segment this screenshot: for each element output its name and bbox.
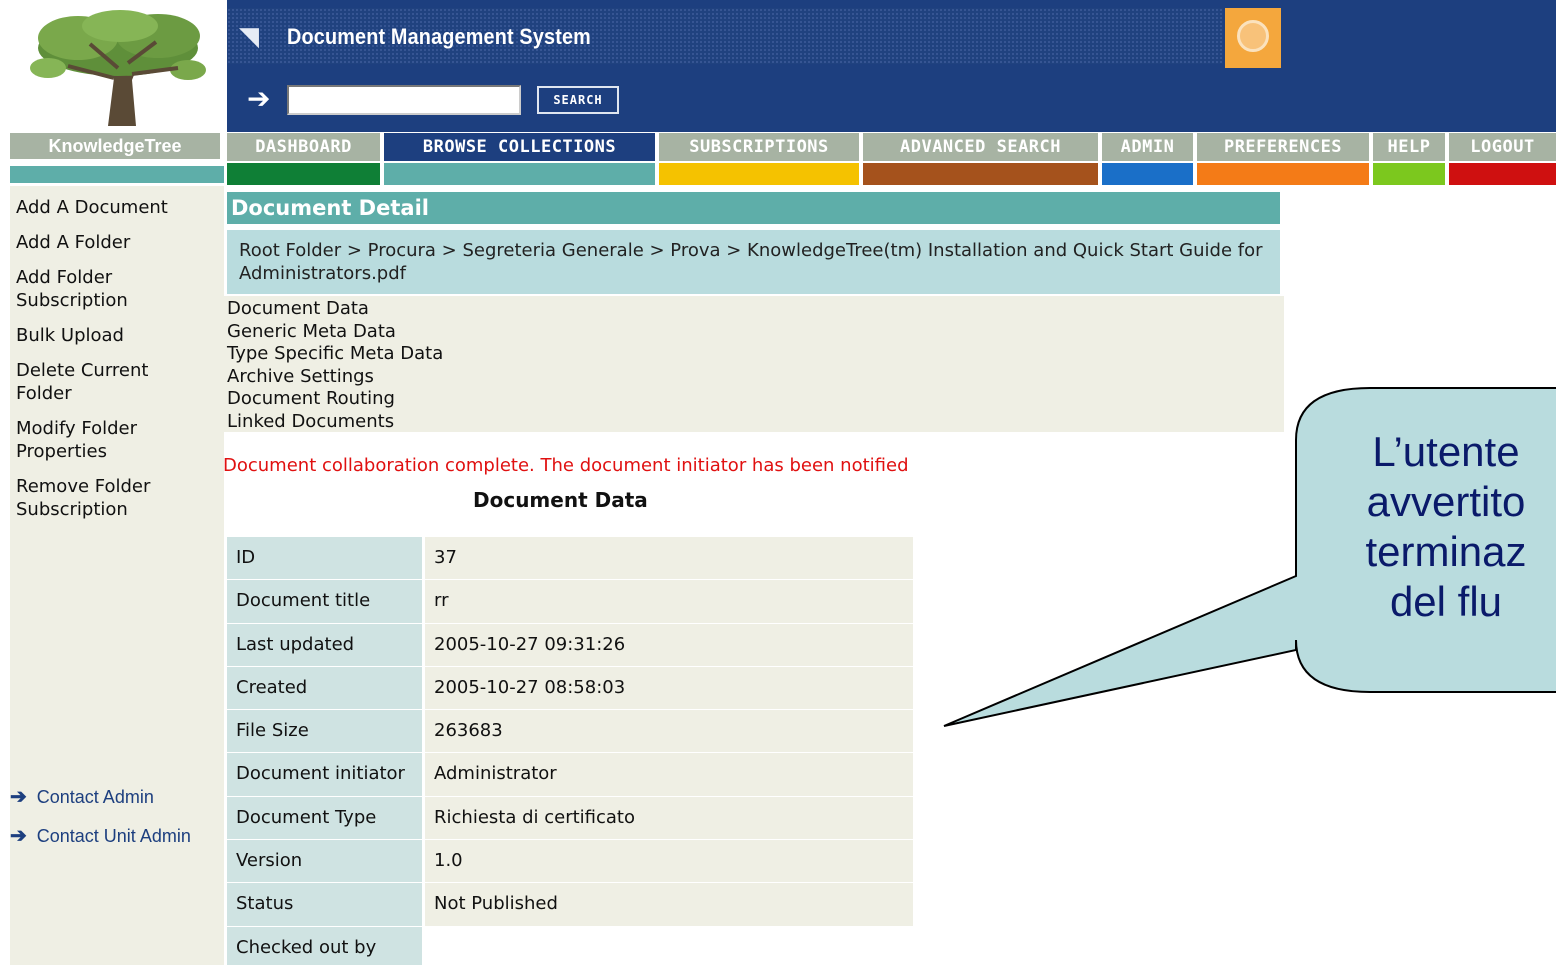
app-title: Document Management System	[287, 24, 591, 49]
nav-help[interactable]: HELP	[1373, 133, 1445, 187]
sidebar-add-folder-subscription[interactable]: Add Folder Subscription	[16, 266, 146, 312]
row-value: 263683	[425, 710, 913, 753]
row-key: Document initiator	[227, 753, 425, 796]
row-value: 2005-10-27 09:31:26	[425, 623, 913, 666]
callout-text: L’utente avvertito terminaz del flu	[1296, 427, 1556, 627]
nav-color-bar	[1449, 163, 1556, 185]
table-row: Created 2005-10-27 08:58:03	[227, 666, 913, 711]
tab-type-specific-meta-data[interactable]: Type Specific Meta Data	[227, 343, 1280, 366]
nav-logout[interactable]: LOGOUT	[1449, 133, 1556, 187]
nav-label: DASHBOARD	[227, 133, 380, 161]
sidebar-add-folder[interactable]: Add A Folder	[16, 231, 218, 254]
search-button[interactable]: SEARCH	[536, 85, 620, 115]
nav-label: BROWSE COLLECTIONS	[384, 133, 655, 161]
nav-color-bar	[1102, 163, 1193, 185]
table-row: Document initiator Administrator	[227, 753, 913, 797]
contact-admin-label: Contact Admin	[36, 787, 154, 807]
row-key: Document title	[227, 580, 425, 623]
nav-label: ADVANCED SEARCH	[863, 133, 1098, 161]
row-value	[425, 926, 913, 965]
tab-linked-documents[interactable]: Linked Documents	[227, 411, 1280, 434]
nav-label: LOGOUT	[1449, 133, 1556, 161]
row-value: 2005-10-27 08:58:03	[425, 666, 913, 710]
row-key: Status	[227, 883, 425, 926]
row-value: 37	[425, 537, 913, 580]
row-value: Richiesta di certificato	[425, 796, 913, 840]
nav-color-bar	[863, 163, 1098, 185]
row-value: Administrator	[425, 753, 913, 796]
sidebar: Add A Document Add A Folder Add Folder S…	[10, 186, 224, 965]
nav-label: SUBSCRIPTIONS	[659, 133, 859, 161]
table-row: Last updated 2005-10-27 09:31:26	[227, 623, 913, 667]
nav-browse-collections[interactable]: BROWSE COLLECTIONS	[384, 133, 655, 187]
nav-subscriptions[interactable]: SUBSCRIPTIONS	[659, 133, 859, 187]
row-value: rr	[425, 580, 913, 623]
contact-admin-link[interactable]: ➔ Contact Admin	[10, 784, 154, 809]
sidebar-remove-folder-subscription[interactable]: Remove Folder Subscription	[16, 475, 176, 521]
nav-dashboard[interactable]: DASHBOARD	[227, 133, 380, 187]
table-row: Document Type Richiesta di certificato	[227, 796, 913, 841]
arrow-right-icon: ➔	[10, 786, 27, 808]
brand-label: KnowledgeTree	[10, 133, 220, 159]
nav-color-bar	[384, 163, 655, 185]
contact-unit-admin-link[interactable]: ➔ Contact Unit Admin	[10, 823, 191, 848]
main-nav: DASHBOARD BROWSE COLLECTIONS SUBSCRIPTIO…	[227, 133, 1556, 187]
nav-label: HELP	[1373, 133, 1445, 161]
arrow-right-icon: ➔	[10, 825, 27, 847]
page-title: Document Detail	[227, 192, 1280, 224]
row-value: Not Published	[425, 883, 913, 926]
logo-area: KnowledgeTree	[0, 0, 224, 183]
table-row: Status Not Published	[227, 883, 913, 927]
wing-icon: ◥	[239, 22, 259, 52]
status-notice: Document collaboration complete. The doc…	[223, 455, 909, 476]
row-key: Document Type	[227, 796, 425, 840]
arrow-right-icon: ➔	[247, 82, 271, 115]
row-key: ID	[227, 537, 425, 580]
sidebar-modify-folder-properties[interactable]: Modify Folder Properties	[16, 417, 166, 463]
callout-line: terminaz	[1365, 528, 1527, 575]
nav-advanced-search[interactable]: ADVANCED SEARCH	[863, 133, 1098, 187]
sidebar-add-document[interactable]: Add A Document	[16, 196, 218, 219]
sidebar-bulk-upload[interactable]: Bulk Upload	[16, 324, 218, 347]
nav-color-bar	[1197, 163, 1369, 185]
row-key: Last updated	[227, 623, 425, 666]
tab-generic-meta-data[interactable]: Generic Meta Data	[227, 321, 1280, 344]
tab-archive-settings[interactable]: Archive Settings	[227, 366, 1280, 389]
tree-logo-icon	[30, 10, 206, 126]
nav-color-bar	[1373, 163, 1445, 185]
contact-unit-admin-label: Contact Unit Admin	[36, 826, 191, 846]
tab-document-routing[interactable]: Document Routing	[227, 388, 1280, 411]
logo-divider	[10, 166, 224, 183]
row-key: Checked out by	[227, 926, 425, 965]
table-row: File Size 263683	[227, 710, 913, 754]
table-row: Document title rr	[227, 580, 913, 624]
table-row: Version 1.0	[227, 840, 913, 884]
callout-line: avvertito	[1366, 478, 1526, 525]
callout-line: L’utente	[1372, 428, 1520, 475]
callout-line: del flu	[1389, 578, 1503, 625]
tab-document-data[interactable]: Document Data	[227, 298, 1280, 321]
breadcrumb: Root Folder > Procura > Segreteria Gener…	[227, 230, 1280, 294]
section-title: Document Data	[473, 488, 648, 512]
row-value: 1.0	[425, 840, 913, 883]
nav-label: ADMIN	[1102, 133, 1193, 161]
sidebar-delete-current-folder[interactable]: Delete Current Folder	[16, 359, 176, 405]
row-key: File Size	[227, 710, 425, 753]
search-input[interactable]	[287, 85, 521, 115]
nav-color-bar	[659, 163, 859, 185]
nav-label: PREFERENCES	[1197, 133, 1369, 161]
orange-emblem-icon	[1225, 8, 1281, 68]
nav-preferences[interactable]: PREFERENCES	[1197, 133, 1369, 187]
row-key: Version	[227, 840, 425, 883]
title-bar: ◥ Document Management System	[227, 8, 1223, 64]
document-sections: Document Data Generic Meta Data Type Spe…	[223, 296, 1284, 432]
search-row: ➔ SEARCH	[227, 68, 1556, 132]
table-row: Checked out by	[227, 926, 913, 965]
nav-admin[interactable]: ADMIN	[1102, 133, 1193, 187]
nav-color-bar	[227, 163, 380, 185]
row-key: Created	[227, 666, 425, 710]
table-row: ID 37	[227, 537, 913, 581]
document-data-table: ID 37 Document title rr Last updated 2005-1…	[227, 537, 913, 965]
